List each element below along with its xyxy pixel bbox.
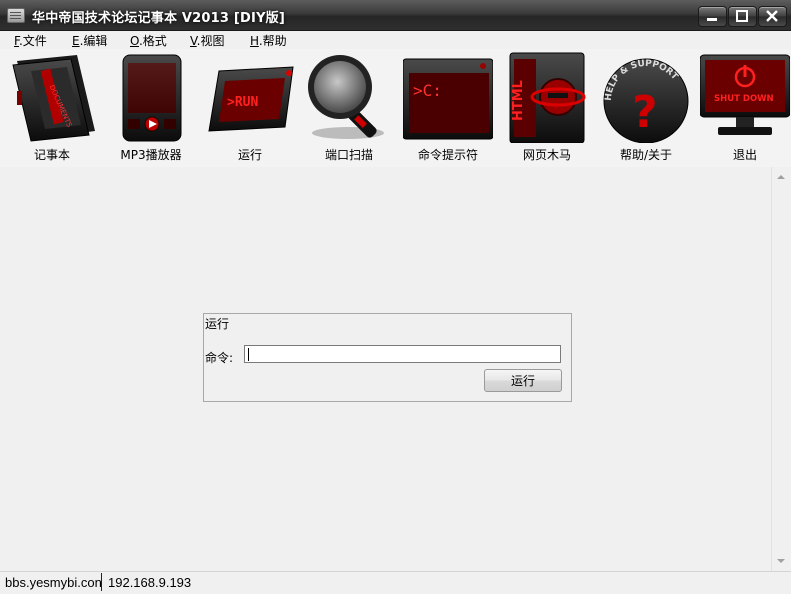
command-label: 命令: bbox=[205, 351, 234, 365]
status-ip: 192.168.9.193 bbox=[108, 575, 192, 590]
vertical-scrollbar[interactable] bbox=[771, 167, 791, 571]
toolbar-run-label: 运行 bbox=[237, 148, 262, 162]
minimize-button[interactable] bbox=[698, 6, 727, 27]
run-panel: 运行 命令: 运行 bbox=[203, 313, 572, 402]
menu-view[interactable]: V.视图 bbox=[190, 32, 225, 49]
toolbar-exit-label: 退出 bbox=[732, 148, 757, 162]
status-bar: bbs.yesmybi.con 192.168.9.193 bbox=[0, 571, 791, 594]
toolbar-notebook-button[interactable]: DOCUMENTS 记事本 bbox=[7, 49, 97, 167]
toolbar-mp3-label: MP3播放器 bbox=[120, 148, 182, 162]
html-web-icon: HTML bbox=[509, 52, 586, 143]
mp3-player-icon bbox=[122, 54, 182, 142]
menu-edit[interactable]: E.编辑 bbox=[72, 32, 107, 49]
toolbar-mp3-button[interactable]: MP3播放器 bbox=[106, 49, 196, 167]
toolbar-run-button[interactable]: >RUN 运行 bbox=[205, 49, 295, 167]
menu-file[interactable]: F.文件 bbox=[14, 32, 47, 49]
maximize-button[interactable] bbox=[728, 6, 757, 27]
title-bar: 华中帝国技术论坛记事本 V2013 [DIY版] bbox=[0, 0, 791, 31]
toolbar-exit-button[interactable]: SHUT DOWN 退出 bbox=[700, 49, 790, 167]
notebook-icon: DOCUMENTS bbox=[12, 55, 95, 142]
help-support-icon: HELP & SUPPORT ? bbox=[603, 58, 689, 143]
menu-format[interactable]: O.格式 bbox=[130, 32, 167, 49]
menu-bar: F.文件 E.编辑 O.格式 V.视图 H.帮助 bbox=[0, 31, 791, 49]
html-icon-text: HTML bbox=[511, 80, 526, 121]
command-input[interactable] bbox=[244, 345, 561, 363]
svg-text:?: ? bbox=[632, 87, 658, 138]
window-title: 华中帝国技术论坛记事本 V2013 [DIY版] bbox=[32, 11, 286, 26]
toolbar: DOCUMENTS 记事本 MP3播放器 >RUN 运行 端口扫描 >C: 命令… bbox=[0, 49, 791, 168]
toolbar-cmd-button[interactable]: >C: 命令提示符 bbox=[403, 49, 493, 167]
run-button[interactable]: 运行 bbox=[484, 369, 562, 392]
shutdown-icon-text: SHUT DOWN bbox=[714, 94, 774, 104]
toolbar-port-scan-button[interactable]: 端口扫描 bbox=[304, 49, 394, 167]
status-separator bbox=[101, 573, 102, 591]
magnifier-icon bbox=[308, 55, 384, 139]
cmd-icon-text: >C: bbox=[413, 81, 442, 100]
run-panel-title: 运行 bbox=[205, 317, 230, 331]
run-icon: >RUN bbox=[208, 66, 294, 132]
status-url: bbs.yesmybi.con bbox=[5, 575, 102, 590]
toolbar-help-about-button[interactable]: HELP & SUPPORT ? 帮助/关于 bbox=[601, 49, 691, 167]
toolbar-web-trojan-button[interactable]: HTML 网页木马 bbox=[502, 49, 592, 167]
toolbar-port-scan-label: 端口扫描 bbox=[324, 148, 373, 162]
minimize-icon bbox=[707, 18, 717, 21]
maximize-icon bbox=[736, 10, 748, 22]
scroll-up-arrow-icon[interactable] bbox=[777, 175, 785, 179]
toolbar-web-trojan-label: 网页木马 bbox=[522, 148, 571, 162]
scroll-down-arrow-icon[interactable] bbox=[777, 559, 785, 563]
toolbar-help-about-label: 帮助/关于 bbox=[619, 148, 673, 162]
app-icon[interactable] bbox=[7, 8, 25, 23]
menu-help[interactable]: H.帮助 bbox=[250, 32, 287, 49]
close-icon bbox=[766, 10, 778, 22]
command-prompt-icon: >C: bbox=[403, 58, 493, 140]
toolbar-cmd-label: 命令提示符 bbox=[417, 148, 478, 162]
shutdown-icon: SHUT DOWN bbox=[700, 54, 790, 135]
run-icon-text: >RUN bbox=[227, 95, 258, 110]
close-button[interactable] bbox=[758, 6, 787, 27]
toolbar-notebook-label: 记事本 bbox=[33, 148, 70, 162]
text-caret bbox=[248, 348, 249, 361]
